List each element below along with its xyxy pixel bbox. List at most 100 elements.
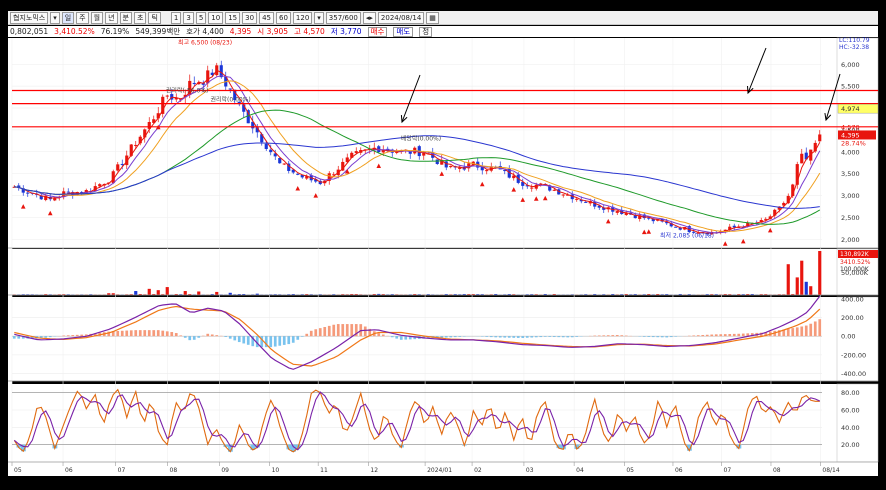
macd-osc-bar (489, 336, 493, 338)
macd-osc-bar (719, 334, 723, 337)
x-tick-label: 10 (272, 467, 280, 474)
macd-osc-bar (395, 336, 399, 339)
candle-body (228, 88, 232, 90)
macd-osc-bar (593, 335, 597, 337)
x-tick-label: 06 (65, 467, 73, 474)
price-annotation: 권리락(-56.0%) (166, 87, 208, 95)
volume-bar (786, 264, 790, 295)
macd-osc-bar (503, 336, 507, 338)
macd-osc-bar (696, 335, 700, 337)
macd-osc-bar (174, 333, 178, 337)
macd-osc-bar (309, 330, 313, 337)
macd-osc-bar (624, 335, 628, 337)
macd-osc-bar (152, 330, 156, 337)
volume-bar (215, 291, 219, 295)
volume-max-label: 100,000K (840, 266, 870, 273)
volume-bar (147, 288, 151, 295)
candle-body (530, 187, 534, 189)
macd-osc-bar (728, 334, 732, 337)
volume-bar (818, 251, 822, 295)
candle-body (116, 164, 120, 171)
stoch-ytick-label: 40.00 (841, 424, 860, 432)
macd-osc-bar (233, 336, 237, 341)
macd-osc-bar (390, 336, 394, 338)
macd-osc-bar (602, 335, 606, 337)
pane-gap-price (822, 38, 837, 248)
x-tick-label: 03 (526, 467, 534, 474)
macd-osc-bar (692, 335, 696, 337)
x-tick-label: 07 (118, 467, 126, 474)
macd-osc-bar (611, 335, 615, 337)
stoch-ytick-label: 20.00 (841, 441, 860, 449)
candle-body (98, 184, 102, 187)
stoch-ytick-label: 60.00 (841, 407, 860, 415)
price-annotation: 배당락(0.00%) (401, 135, 441, 143)
candle-body (674, 226, 678, 228)
chart-canvas[interactable]: 6,0005,5005,0004,5004,0003,5003,0002,500… (0, 0, 886, 490)
macd-ytick-label: -400.00 (841, 370, 866, 378)
macd-osc-bar (210, 334, 214, 337)
candle-body (552, 189, 556, 191)
macd-osc-bar (197, 336, 201, 338)
candle-body (800, 153, 804, 164)
candle-body (53, 198, 57, 201)
macd-osc-bar (12, 336, 16, 339)
macd-osc-bar (732, 333, 736, 337)
macd-ytick-label: 400.00 (841, 295, 864, 303)
macd-osc-bar (242, 336, 246, 344)
candle-body (818, 134, 822, 142)
macd-osc-bar (818, 319, 822, 337)
candle-body (192, 82, 196, 84)
macd-osc-bar (674, 336, 678, 337)
macd-osc-bar (705, 334, 709, 337)
price-ytick-label: 3,000 (841, 192, 860, 200)
macd-osc-bar (170, 332, 174, 337)
pane-bg-vol (12, 249, 822, 295)
macd-osc-bar (116, 331, 120, 337)
macd-osc-bar (813, 321, 817, 337)
macd-osc-bar (71, 335, 75, 337)
pane-bg-stoch (12, 384, 822, 462)
macd-osc-bar (525, 336, 529, 338)
macd-osc-bar (804, 325, 808, 337)
volume-bar (134, 291, 138, 295)
macd-osc-bar (669, 336, 673, 338)
macd-osc-bar (714, 334, 718, 337)
macd-osc-bar (507, 336, 511, 338)
macd-osc-bar (737, 333, 741, 337)
macd-osc-bar (647, 336, 651, 337)
macd-osc-bar (192, 336, 196, 340)
macd-osc-bar (215, 335, 219, 337)
macd-osc-bar (75, 334, 79, 337)
x-tick-label: 08/14 (822, 467, 839, 474)
volume-bar (795, 277, 799, 295)
x-tick-label: 05 (14, 467, 22, 474)
candle-body (575, 198, 579, 200)
macd-osc-bar (62, 335, 66, 337)
macd-ytick-label: 200.00 (841, 314, 864, 322)
candle-body (26, 192, 30, 194)
macd-osc-bar (269, 336, 273, 348)
macd-osc-bar (399, 336, 403, 340)
price-annotation: 권리락(0.00%) (210, 95, 250, 103)
macd-osc-bar (314, 329, 318, 337)
candle-body (449, 166, 453, 168)
macd-osc-bar (165, 331, 169, 337)
macd-osc-bar (66, 335, 70, 337)
x-tick-label: 2024/01 (427, 467, 452, 474)
candle-body (561, 194, 565, 196)
macd-osc-bar (296, 336, 300, 340)
macd-osc-bar (660, 336, 664, 338)
macd-osc-bar (449, 336, 453, 338)
macd-osc-bar (156, 330, 160, 337)
hc-label: HC:-32.38 (839, 44, 869, 51)
stoch-ytick-label: 80.00 (841, 389, 860, 397)
macd-osc-bar (566, 336, 570, 338)
macd-osc-bar (570, 336, 574, 338)
macd-osc-bar (543, 336, 547, 337)
candle-body (165, 95, 169, 97)
macd-osc-bar (17, 336, 21, 339)
macd-osc-bar (287, 336, 291, 345)
macd-osc-bar (642, 336, 646, 337)
x-tick-label: 06 (675, 467, 683, 474)
